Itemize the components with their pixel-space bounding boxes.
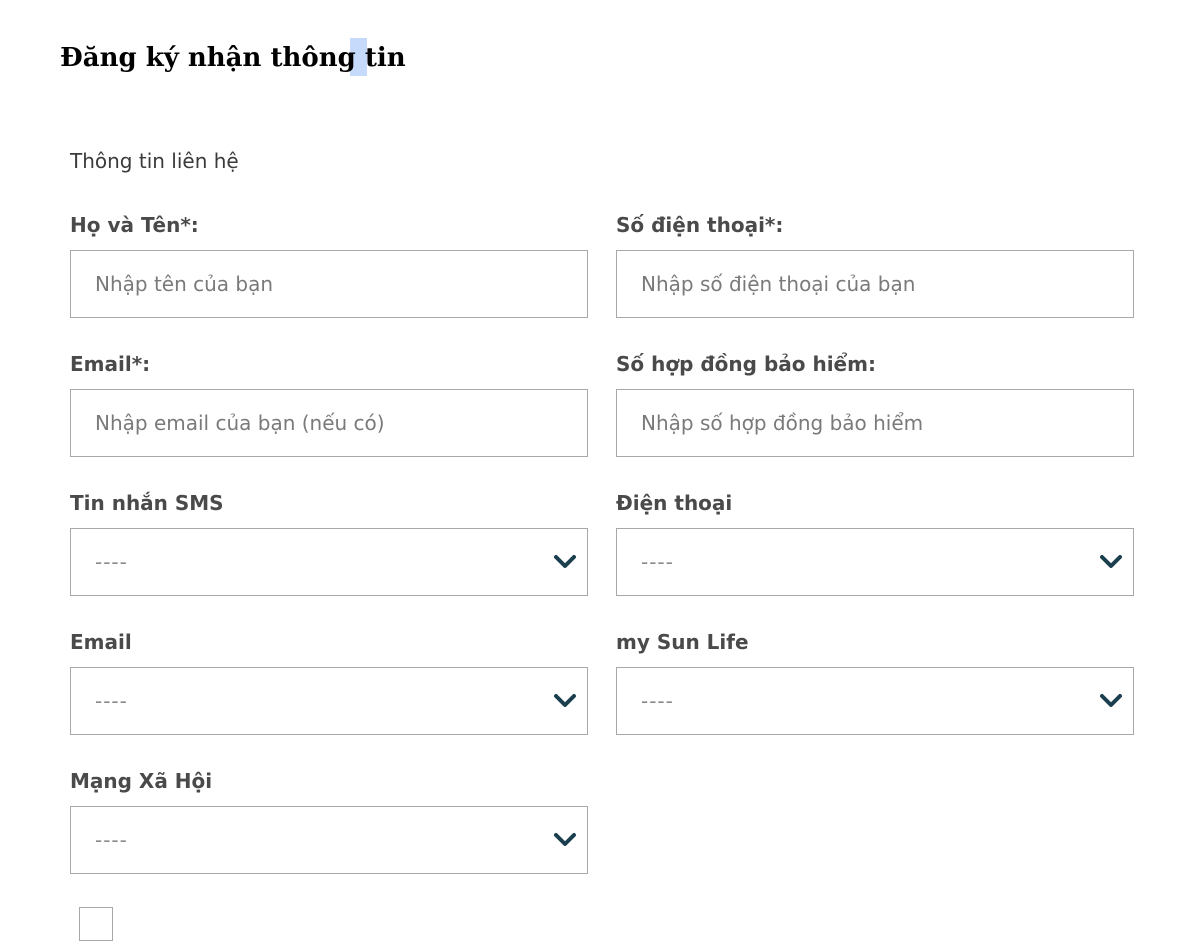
my-sun-life-select-value: ---- (641, 689, 674, 713)
sms-label: Tin nhắn SMS (70, 491, 224, 515)
email-channel-label: Email (70, 630, 132, 654)
chevron-down-icon (1100, 694, 1122, 707)
phone-input[interactable] (616, 250, 1134, 318)
social-network-select-value: ---- (95, 828, 128, 852)
my-sun-life-select[interactable]: ---- (616, 667, 1134, 735)
full-name-label: Họ và Tên*: (70, 213, 199, 237)
my-sun-life-label: my Sun Life (616, 630, 749, 654)
page-title: Đăng ký nhận thông tin (60, 38, 406, 78)
section-label-contact-info: Thông tin liên hệ (70, 149, 239, 173)
phone-call-select[interactable]: ---- (616, 528, 1134, 596)
email-channel-select-value: ---- (95, 689, 128, 713)
phone-call-label: Điện thoại (616, 491, 733, 515)
phone-call-select-value: ---- (641, 550, 674, 574)
social-network-label: Mạng Xã Hội (70, 769, 213, 793)
phone-label: Số điện thoại*: (616, 213, 784, 237)
consent-checkbox[interactable] (79, 907, 113, 941)
email-channel-select[interactable]: ---- (70, 667, 588, 735)
chevron-down-icon (554, 833, 576, 846)
page-title-text: Đăng ký nhận thông tin (60, 43, 406, 73)
chevron-down-icon (554, 555, 576, 568)
chevron-down-icon (1100, 555, 1122, 568)
full-name-input[interactable] (70, 250, 588, 318)
contract-number-label: Số hợp đồng bảo hiểm: (616, 352, 876, 376)
email-label: Email*: (70, 352, 151, 376)
social-network-select[interactable]: ---- (70, 806, 588, 874)
email-input[interactable] (70, 389, 588, 457)
sms-select-value: ---- (95, 550, 128, 574)
contract-number-input[interactable] (616, 389, 1134, 457)
chevron-down-icon (554, 694, 576, 707)
sms-select[interactable]: ---- (70, 528, 588, 596)
